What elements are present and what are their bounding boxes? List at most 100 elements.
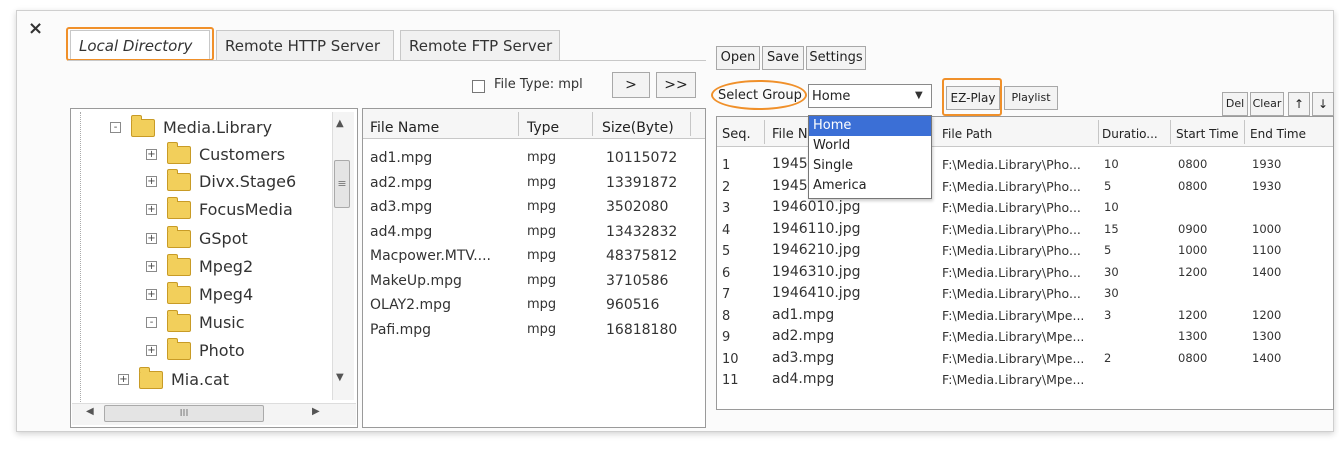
- clear-button[interactable]: Clear: [1250, 92, 1284, 116]
- scroll-down-icon[interactable]: ▼: [336, 372, 344, 383]
- column-duration[interactable]: Duratio...: [1102, 127, 1158, 141]
- tree-item-media-library[interactable]: - Media.Library: [110, 114, 272, 137]
- tree-guide-line: [80, 112, 81, 402]
- playlist-row-file[interactable]: 1946410.jpg: [772, 285, 860, 301]
- playlist-row-file[interactable]: 1945: [772, 156, 808, 172]
- collapse-icon[interactable]: -: [110, 122, 121, 133]
- tab-remote-ftp-server[interactable]: Remote FTP Server: [400, 30, 560, 60]
- column-file-name[interactable]: File N: [772, 127, 808, 142]
- tree-item-label: Music: [199, 313, 245, 332]
- dropdown-option-america[interactable]: America: [809, 176, 931, 196]
- playlist-row-file[interactable]: 1946310.jpg: [772, 264, 860, 280]
- move-all-button[interactable]: >>: [656, 72, 696, 98]
- playlist-row-file[interactable]: ad1.mpg: [772, 307, 834, 323]
- dropdown-option-world[interactable]: World: [809, 136, 931, 156]
- column-start-time[interactable]: Start Time: [1176, 127, 1239, 141]
- tree-item-mia-cat[interactable]: + Mia.cat: [118, 366, 229, 389]
- playlist-row-duration: 5: [1104, 243, 1112, 257]
- save-button[interactable]: Save: [762, 46, 804, 70]
- column-divider: [1244, 120, 1245, 144]
- playlist-row-end: 1930: [1252, 178, 1282, 193]
- folder-icon: [167, 225, 191, 248]
- expand-icon[interactable]: +: [146, 176, 157, 187]
- file-type-checkbox[interactable]: [472, 80, 485, 93]
- playlist-row-end: 1300: [1252, 329, 1282, 343]
- file-row-name[interactable]: Macpower.MTV....: [370, 248, 491, 264]
- tree-item-label: Customers: [199, 145, 286, 164]
- file-row-size: 10115072: [606, 150, 678, 166]
- expand-icon[interactable]: +: [146, 149, 157, 160]
- folder-icon: [167, 196, 191, 219]
- playlist-row-file[interactable]: ad3.mpg: [772, 350, 834, 366]
- expand-icon[interactable]: +: [146, 345, 157, 356]
- file-row-size: 3502080: [606, 199, 669, 215]
- column-file-path[interactable]: File Path: [942, 127, 992, 141]
- expand-icon[interactable]: +: [118, 374, 129, 385]
- file-row-name[interactable]: ad4.mpg: [370, 224, 432, 240]
- tree-item-photo[interactable]: + Photo: [146, 337, 245, 360]
- chevron-down-icon[interactable]: ▼: [915, 90, 923, 101]
- file-row-size: 3710586: [606, 272, 669, 289]
- tree-item-gspot[interactable]: + GSpot: [146, 225, 248, 248]
- expand-icon[interactable]: +: [146, 261, 157, 272]
- playlist-button[interactable]: Playlist: [1004, 86, 1058, 110]
- file-type-label: File Type: mpl: [494, 77, 583, 92]
- tab-remote-http-server[interactable]: Remote HTTP Server: [216, 30, 394, 60]
- file-row-name[interactable]: OLAY2.mpg: [370, 297, 451, 313]
- playlist-row-start: 1000: [1178, 243, 1208, 257]
- column-end-time[interactable]: End Time: [1250, 127, 1306, 141]
- playlist-row-file[interactable]: ad4.mpg: [772, 371, 834, 387]
- playlist-row-file[interactable]: 1945: [772, 178, 808, 194]
- file-row-name[interactable]: ad3.mpg: [370, 199, 432, 215]
- tree-item-mpeg4[interactable]: + Mpeg4: [146, 281, 253, 304]
- file-row-type: mpg: [527, 321, 557, 337]
- local-directory-highlight: [66, 27, 214, 61]
- file-row-name[interactable]: MakeUp.mpg: [370, 273, 462, 289]
- file-row-name[interactable]: Pafi.mpg: [370, 322, 431, 338]
- delete-button[interactable]: Del: [1222, 92, 1248, 116]
- expand-icon[interactable]: +: [146, 233, 157, 244]
- tree-item-customers[interactable]: + Customers: [146, 141, 286, 164]
- horizontal-scroll-thumb[interactable]: III: [104, 405, 264, 422]
- expand-icon[interactable]: +: [146, 289, 157, 300]
- move-up-button[interactable]: ↑: [1288, 92, 1310, 116]
- dropdown-option-home[interactable]: Home: [809, 116, 931, 136]
- playlist-row-duration: 30: [1104, 286, 1119, 300]
- tree-item-mpeg2[interactable]: + Mpeg2: [146, 253, 253, 276]
- scroll-up-icon[interactable]: ▲: [336, 118, 344, 129]
- file-row-type: mpg: [527, 199, 557, 214]
- close-icon[interactable]: ×: [28, 18, 43, 39]
- vertical-scroll-thumb[interactable]: ≡: [334, 160, 350, 208]
- dropdown-option-single[interactable]: Single: [809, 156, 931, 176]
- column-size[interactable]: Size(Byte): [602, 120, 674, 136]
- playlist-row-duration: 5: [1104, 178, 1112, 193]
- open-button[interactable]: Open: [716, 46, 760, 70]
- playlist-row-path: F:\Media.Library\Pho...: [942, 178, 1081, 194]
- file-row-name[interactable]: ad2.mpg: [370, 175, 432, 191]
- playlist-row-file[interactable]: 1946110.jpg: [772, 221, 860, 237]
- file-row-name[interactable]: ad1.mpg: [370, 150, 432, 166]
- tree-item-music[interactable]: - Music: [146, 309, 245, 332]
- playlist-row-start: 1200: [1178, 264, 1208, 279]
- column-type[interactable]: Type: [527, 120, 559, 136]
- next-button[interactable]: >: [612, 72, 650, 98]
- tree-vertical-scrollbar[interactable]: [332, 112, 354, 400]
- expand-icon[interactable]: +: [146, 204, 157, 215]
- playlist-row-file[interactable]: 1946010.jpg: [772, 199, 860, 215]
- tree-item-divx-stage6[interactable]: + Divx.Stage6: [146, 168, 296, 191]
- scroll-left-icon[interactable]: ◀: [86, 406, 94, 417]
- settings-button[interactable]: Settings: [806, 46, 866, 70]
- column-seq[interactable]: Seq.: [722, 127, 751, 142]
- playlist-row-start: 0800: [1178, 178, 1208, 193]
- tree-item-focusmedia[interactable]: + FocusMedia: [146, 196, 293, 219]
- collapse-icon[interactable]: -: [146, 317, 157, 328]
- playlist-row-file[interactable]: ad2.mpg: [772, 328, 834, 344]
- playlist-row-end: 1400: [1252, 350, 1282, 365]
- playlist-row-path: F:\Media.Library\Pho...: [942, 200, 1081, 215]
- move-down-button[interactable]: ↓: [1312, 92, 1334, 116]
- file-row-type: mpg: [527, 248, 557, 263]
- playlist-row-start: 0800: [1178, 350, 1208, 365]
- playlist-row-file[interactable]: 1946210.jpg: [772, 242, 860, 258]
- column-file-name[interactable]: File Name: [370, 120, 439, 136]
- scroll-right-icon[interactable]: ▶: [312, 406, 320, 417]
